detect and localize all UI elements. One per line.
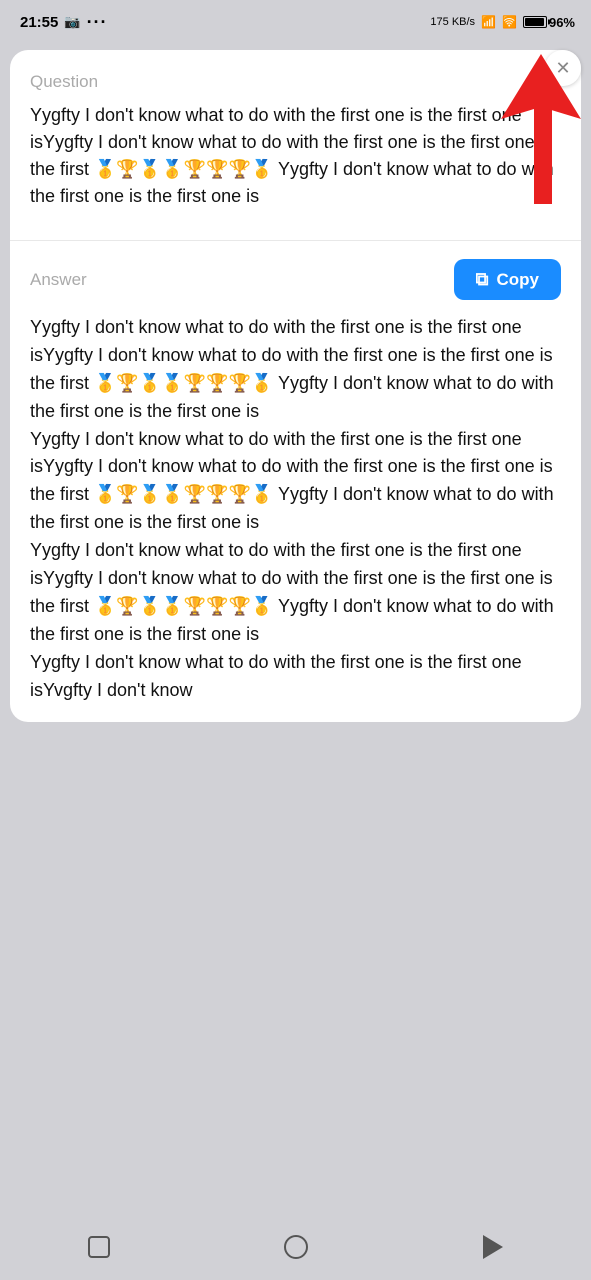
main-area: ✕ Question Yygfty I don't know what to d… [0,44,591,722]
question-label: Question [30,72,561,92]
answer-section: Answer ⧉ Copy Yygfty I don't know what t… [30,259,561,704]
status-time-group: 21:55 📷 ··· [20,12,108,33]
signal-bars-icon: 📶 [481,15,496,29]
answer-block-1: Yygfty I don't know what to do with the … [30,317,554,421]
camera-icon: 📷 [64,14,80,30]
home-icon [284,1235,308,1259]
recent-apps-button[interactable] [77,1225,121,1269]
signal-info: 175 KB/s [430,16,475,28]
battery-group: 96% [523,15,575,30]
status-time: 21:55 [20,14,58,31]
status-dots: ··· [87,12,108,33]
copy-button-label: Copy [497,270,540,290]
recent-apps-icon [88,1236,110,1258]
answer-text: Yygfty I don't know what to do with the … [30,314,561,704]
content-card: Question Yygfty I don't know what to do … [10,50,581,722]
question-section: Question Yygfty I don't know what to do … [30,72,561,210]
back-button[interactable] [471,1225,515,1269]
navigation-bar [0,1220,591,1280]
home-button[interactable] [274,1225,318,1269]
copy-icon: ⧉ [476,269,489,290]
question-text: Yygfty I don't know what to do with the … [30,102,561,210]
battery-pct: 96% [549,15,575,30]
back-icon [483,1235,503,1259]
battery-icon [523,16,547,28]
close-icon: ✕ [555,58,570,79]
answer-block-3: Yygfty I don't know what to do with the … [30,540,554,644]
answer-block-4: Yygfty I don't know what to do with the … [30,652,522,700]
answer-label: Answer [30,270,87,290]
close-button[interactable]: ✕ [545,50,581,86]
copy-button[interactable]: ⧉ Copy [454,259,561,300]
status-right-group: 175 KB/s 📶 🛜 96% [430,15,575,30]
wifi-icon: 🛜 [502,15,517,29]
section-divider [10,240,581,241]
answer-header: Answer ⧉ Copy [30,259,561,300]
status-bar: 21:55 📷 ··· 175 KB/s 📶 🛜 96% [0,0,591,44]
answer-block-2: Yygfty I don't know what to do with the … [30,429,554,533]
